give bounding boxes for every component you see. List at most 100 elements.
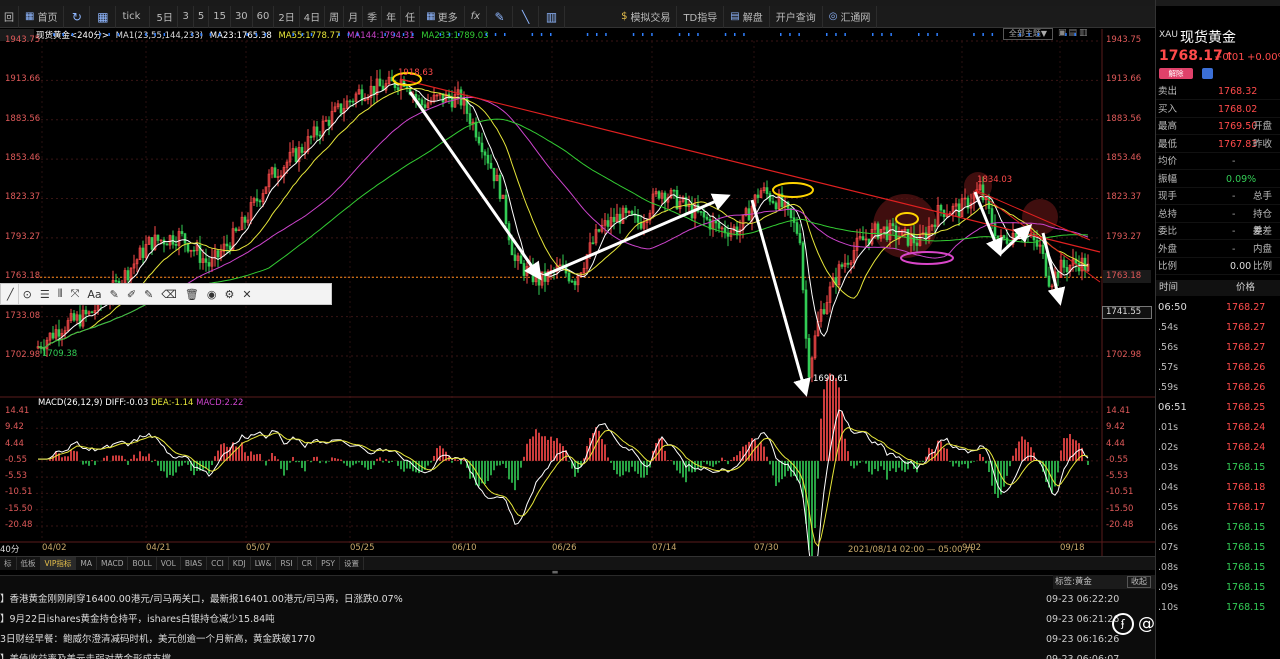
signal-dot [586,33,589,36]
candle-body [513,254,517,261]
signal-dot [53,33,55,36]
indicator-tab[interactable]: MACD [97,557,129,570]
indicator-tab[interactable]: 标 [0,557,17,570]
indicator-tab[interactable]: CR [298,557,318,570]
period-2h[interactable]: 2日 [274,5,300,28]
refresh-button[interactable]: ↻ [64,5,91,28]
candle-body [309,136,313,138]
draw-tool-button[interactable]: ✎ [487,5,514,28]
period-60min[interactable]: 60 [253,5,275,28]
indicator-tab[interactable]: 设置 [340,557,364,570]
candle-body [1047,275,1051,287]
line-tool-button[interactable]: ╲ [513,5,540,28]
tick-time: .10s [1158,602,1179,613]
signal-dot [458,33,460,36]
indicator-tab[interactable]: BOLL [128,557,157,570]
fx678-button[interactable]: ◎ 汇通网 [823,5,878,28]
tick-price: 1768.25 [1226,402,1266,413]
candle-body [1005,237,1009,244]
news-collapse-button[interactable]: 收起 [1127,576,1151,588]
indicator-tab[interactable]: VOL [157,557,181,570]
tick-price: 1768.15 [1226,542,1266,553]
trash-icon[interactable]: 🗑 [181,284,203,304]
marker-icon[interactable]: ✎ [140,284,157,304]
account-query-button[interactable]: 开户查询 [770,5,823,28]
circle-draw-icon[interactable]: ⊙ [19,284,36,304]
indicator-tab[interactable]: MA [76,557,97,570]
period-5day[interactable]: 5日 [150,5,179,28]
indicator-tab[interactable]: KDJ [229,557,251,570]
tick-time: .05s [1158,502,1179,513]
macd-y-axis-right-label: -15.50 [1106,503,1134,514]
home-button[interactable]: ▦ 首页 [19,5,65,28]
bar-tool-button[interactable]: ▥ [539,5,566,28]
candle-body [156,234,160,241]
y-axis-left-label: 1793.27 [5,231,41,242]
period-4h[interactable]: 4日 [300,5,326,28]
fib-tool-icon[interactable]: ☰ [36,284,54,304]
pencil-icon[interactable]: ✎ [106,284,123,304]
back-button[interactable]: 回 [0,5,19,28]
news-item[interactable]: 】香港黄金刚刚刷穿16400.00港元/司马两关口，最新报16401.00港元/… [0,590,403,610]
macd-y-axis-right-label: -0.55 [1106,454,1128,465]
macd-y-axis-left-label: -0.55 [5,454,27,465]
period-15min[interactable]: 15 [209,5,231,28]
refresh-icon: ↻ [71,9,82,24]
signal-dot [209,33,212,36]
indicator-tab[interactable]: PSY [317,557,340,570]
indicator-tab[interactable]: VIP指标 [40,557,77,570]
period-tick[interactable]: tick [116,5,151,28]
pattern-tool-icon[interactable]: ⤧ [67,284,84,304]
indicator-tab[interactable]: 低板 [17,557,41,570]
macd-y-axis-right-label: -10.51 [1106,487,1134,498]
indicator-tab[interactable]: CCI [207,557,229,570]
gear-icon[interactable]: ⚙ [220,284,238,304]
tick-price: 1768.26 [1226,362,1266,373]
indicator-tab[interactable]: LW& [251,557,277,570]
period-5min[interactable]: 5 [194,5,210,28]
signal-dot [145,33,147,36]
news-item[interactable]: 】9月22日ishares黄金持仓持平，ishares白银持仓减少15.84吨 [0,610,275,630]
indicator-tab[interactable]: BIAS [181,557,208,570]
candle-body [573,281,577,286]
period-30min[interactable]: 30 [231,5,253,28]
candle-body [396,87,400,91]
close-icon[interactable]: ✕ [238,284,255,304]
tick-row: .04s 1768.18 [1156,478,1280,498]
x-axis-label: 07/30 [754,543,779,553]
signal-dot [596,33,598,36]
analysis-button[interactable]: ▤ 解盘 [724,5,770,28]
period-year[interactable]: 年 [382,5,402,28]
candle-body [273,167,277,178]
period-month[interactable]: 月 [344,5,364,28]
formula-button[interactable]: fx [465,5,488,28]
sim-trade-button[interactable]: $ 模拟交易 [615,5,678,28]
home-icon: ▦ [25,11,35,22]
quote-row-value: - [1232,226,1236,237]
period-week[interactable]: 周 [325,5,345,28]
lock-icon[interactable] [1202,68,1213,79]
indicator-tab[interactable]: RSI [276,557,298,570]
line-draw-icon[interactable]: ╱ [3,284,19,304]
candle-body [417,98,421,101]
eraser-icon[interactable]: ⌫ [157,284,181,304]
layout-grid-button[interactable]: ▦ [90,5,117,28]
gann-tool-icon[interactable]: ⦀ [54,284,67,304]
candle-body [459,89,463,106]
news-item[interactable]: 3日财经早餐：鲍威尔澄清减码时机，美元创逾一个月新高，黄金跌破1770 [0,630,315,650]
period-3min[interactable]: 3 [178,5,194,28]
macd-diff: DIFF:-0.03 [105,398,149,408]
brush-icon[interactable]: ✐ [123,284,140,304]
news-item[interactable]: 】美债收益率及美元走弱对黄金形成支撑 [0,650,171,659]
period-custom[interactable]: 任 [401,5,421,28]
macd-params: MACD(26,12,9) [38,398,103,408]
signal-dot [743,33,745,36]
quote-row-value: - [1232,191,1236,202]
eye-icon[interactable]: ◉ [203,284,221,304]
td-guide-button[interactable]: TD指导 [677,5,725,28]
more-periods-button[interactable]: ▦ 更多 [420,5,465,28]
unlink-badge[interactable]: 解除 [1159,68,1193,79]
period-season[interactable]: 季 [363,5,383,28]
text-tool-icon[interactable]: Aa [83,284,105,304]
tick-time: .01s [1158,422,1179,433]
